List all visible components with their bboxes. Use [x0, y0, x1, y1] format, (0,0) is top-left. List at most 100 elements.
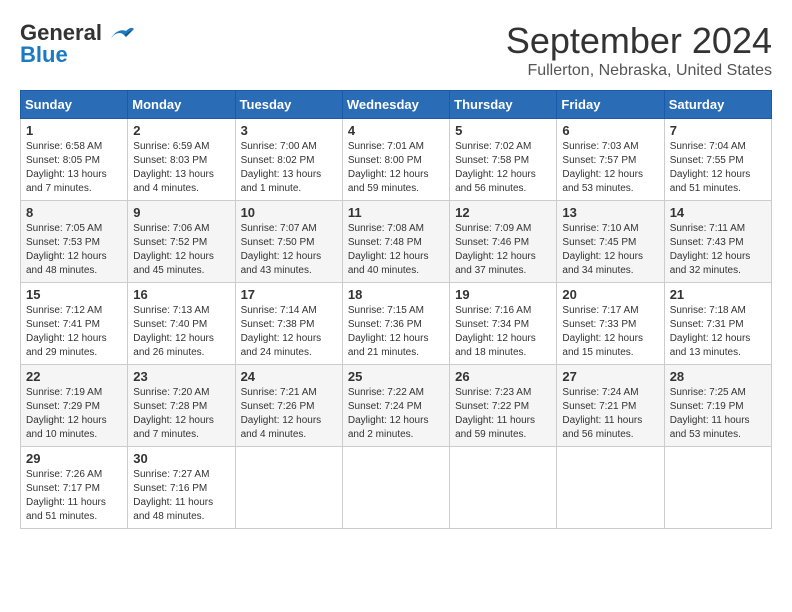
day-number: 3 — [241, 123, 337, 138]
calendar-week-1: 1Sunrise: 6:58 AM Sunset: 8:05 PM Daylig… — [21, 119, 772, 201]
day-info: Sunrise: 7:09 AM Sunset: 7:46 PM Dayligh… — [455, 223, 536, 276]
day-number: 18 — [348, 287, 444, 302]
day-info: Sunrise: 7:18 AM Sunset: 7:31 PM Dayligh… — [670, 305, 751, 358]
calendar-cell: 14Sunrise: 7:11 AM Sunset: 7:43 PM Dayli… — [664, 201, 771, 283]
calendar-cell — [450, 447, 557, 529]
calendar-cell: 18 Sunrise: 7:15 AM Sunset: 7:36 PM Dayli… — [342, 283, 449, 365]
calendar-week-2: 8Sunrise: 7:05 AM Sunset: 7:53 PM Daylig… — [21, 201, 772, 283]
calendar-cell: 5Sunrise: 7:02 AM Sunset: 7:58 PM Daylig… — [450, 119, 557, 201]
day-info: Sunrise: 7:16 AM Sunset: 7:34 PM Dayligh… — [455, 305, 536, 358]
day-info: Sunrise: 7:03 AM Sunset: 7:57 PM Dayligh… — [562, 141, 643, 194]
day-number: 1 — [26, 123, 122, 138]
calendar-cell — [557, 447, 664, 529]
day-header-wednesday: Wednesday — [342, 91, 449, 119]
calendar-cell: 2 Sunrise: 6:59 AM Sunset: 8:03 PM Daylig… — [128, 119, 235, 201]
day-number: 23 — [133, 369, 229, 384]
calendar-header-row: SundayMondayTuesdayWednesdayThursdayFrid… — [21, 91, 772, 119]
day-info: Sunrise: 7:10 AM Sunset: 7:45 PM Dayligh… — [562, 223, 643, 276]
calendar-cell: 15 Sunrise: 7:12 AM Sunset: 7:41 PM Dayli… — [21, 283, 128, 365]
calendar-cell: 25 Sunrise: 7:22 AM Sunset: 7:24 PM Dayli… — [342, 365, 449, 447]
calendar-cell: 21 Sunrise: 7:18 AM Sunset: 7:31 PM Dayli… — [664, 283, 771, 365]
calendar-cell: 20 Sunrise: 7:17 AM Sunset: 7:33 PM Dayli… — [557, 283, 664, 365]
calendar-cell: 19 Sunrise: 7:16 AM Sunset: 7:34 PM Dayli… — [450, 283, 557, 365]
day-number: 29 — [26, 451, 122, 466]
calendar-week-5: 29Sunrise: 7:26 AM Sunset: 7:17 PM Dayli… — [21, 447, 772, 529]
day-number: 12 — [455, 205, 551, 220]
day-number: 25 — [348, 369, 444, 384]
day-number: 2 — [133, 123, 229, 138]
calendar-cell: 11 Sunrise: 7:08 AM Sunset: 7:48 PM Dayli… — [342, 201, 449, 283]
day-info: Sunrise: 7:06 AM Sunset: 7:52 PM Dayligh… — [133, 223, 214, 276]
calendar-cell: 12 Sunrise: 7:09 AM Sunset: 7:46 PM Dayli… — [450, 201, 557, 283]
calendar-cell: 10Sunrise: 7:07 AM Sunset: 7:50 PM Dayli… — [235, 201, 342, 283]
calendar-week-3: 15 Sunrise: 7:12 AM Sunset: 7:41 PM Dayli… — [21, 283, 772, 365]
calendar-cell: 29Sunrise: 7:26 AM Sunset: 7:17 PM Dayli… — [21, 447, 128, 529]
calendar-cell: 22 Sunrise: 7:19 AM Sunset: 7:29 PM Dayli… — [21, 365, 128, 447]
day-info: Sunrise: 7:24 AM Sunset: 7:21 PM Dayligh… — [562, 387, 642, 440]
logo-bird-icon — [106, 23, 136, 43]
logo-blue: Blue — [20, 42, 68, 68]
day-header-thursday: Thursday — [450, 91, 557, 119]
calendar-cell: 17 Sunrise: 7:14 AM Sunset: 7:38 PM Dayli… — [235, 283, 342, 365]
day-number: 6 — [562, 123, 658, 138]
day-info: Sunrise: 7:19 AM Sunset: 7:29 PM Dayligh… — [26, 387, 107, 440]
day-info: Sunrise: 7:27 AM Sunset: 7:16 PM Dayligh… — [133, 469, 213, 522]
day-number: 19 — [455, 287, 551, 302]
day-info: Sunrise: 7:15 AM Sunset: 7:36 PM Dayligh… — [348, 305, 429, 358]
day-number: 22 — [26, 369, 122, 384]
day-number: 28 — [670, 369, 766, 384]
day-info: Sunrise: 7:12 AM Sunset: 7:41 PM Dayligh… — [26, 305, 107, 358]
calendar-cell: 28 Sunrise: 7:25 AM Sunset: 7:19 PM Dayli… — [664, 365, 771, 447]
calendar-title: September 2024 — [506, 20, 772, 62]
calendar-week-4: 22 Sunrise: 7:19 AM Sunset: 7:29 PM Dayli… — [21, 365, 772, 447]
calendar-cell: 3 Sunrise: 7:00 AM Sunset: 8:02 PM Daylig… — [235, 119, 342, 201]
day-header-saturday: Saturday — [664, 91, 771, 119]
day-number: 24 — [241, 369, 337, 384]
calendar-cell: 8Sunrise: 7:05 AM Sunset: 7:53 PM Daylig… — [21, 201, 128, 283]
day-number: 15 — [26, 287, 122, 302]
day-info: Sunrise: 7:00 AM Sunset: 8:02 PM Dayligh… — [241, 141, 322, 194]
day-info: Sunrise: 7:07 AM Sunset: 7:50 PM Dayligh… — [241, 223, 322, 276]
calendar-cell: 24Sunrise: 7:21 AM Sunset: 7:26 PM Dayli… — [235, 365, 342, 447]
calendar-cell: 16Sunrise: 7:13 AM Sunset: 7:40 PM Dayli… — [128, 283, 235, 365]
calendar-cell — [664, 447, 771, 529]
logo: General Blue — [20, 20, 136, 68]
day-info: Sunrise: 7:13 AM Sunset: 7:40 PM Dayligh… — [133, 305, 214, 358]
day-info: Sunrise: 6:59 AM Sunset: 8:03 PM Dayligh… — [133, 141, 214, 194]
day-header-monday: Monday — [128, 91, 235, 119]
day-number: 26 — [455, 369, 551, 384]
day-info: Sunrise: 7:17 AM Sunset: 7:33 PM Dayligh… — [562, 305, 643, 358]
day-info: Sunrise: 7:11 AM Sunset: 7:43 PM Dayligh… — [670, 223, 751, 276]
day-number: 11 — [348, 205, 444, 220]
calendar-cell: 9Sunrise: 7:06 AM Sunset: 7:52 PM Daylig… — [128, 201, 235, 283]
calendar-cell — [235, 447, 342, 529]
calendar-cell: 23Sunrise: 7:20 AM Sunset: 7:28 PM Dayli… — [128, 365, 235, 447]
calendar-subtitle: Fullerton, Nebraska, United States — [506, 62, 772, 80]
calendar-cell: 26 Sunrise: 7:23 AM Sunset: 7:22 PM Dayli… — [450, 365, 557, 447]
calendar-cell: 7Sunrise: 7:04 AM Sunset: 7:55 PM Daylig… — [664, 119, 771, 201]
calendar-cell: 4Sunrise: 7:01 AM Sunset: 8:00 PM Daylig… — [342, 119, 449, 201]
calendar-cell: 6 Sunrise: 7:03 AM Sunset: 7:57 PM Daylig… — [557, 119, 664, 201]
page-header: General Blue September 2024 Fullerton, N… — [20, 20, 772, 80]
calendar-cell: 30Sunrise: 7:27 AM Sunset: 7:16 PM Dayli… — [128, 447, 235, 529]
day-number: 21 — [670, 287, 766, 302]
day-info: Sunrise: 7:08 AM Sunset: 7:48 PM Dayligh… — [348, 223, 429, 276]
day-info: Sunrise: 7:04 AM Sunset: 7:55 PM Dayligh… — [670, 141, 751, 194]
day-info: Sunrise: 7:23 AM Sunset: 7:22 PM Dayligh… — [455, 387, 535, 440]
calendar-table: SundayMondayTuesdayWednesdayThursdayFrid… — [20, 90, 772, 529]
day-number: 5 — [455, 123, 551, 138]
day-number: 4 — [348, 123, 444, 138]
day-number: 17 — [241, 287, 337, 302]
day-number: 20 — [562, 287, 658, 302]
day-number: 27 — [562, 369, 658, 384]
calendar-cell: 27 Sunrise: 7:24 AM Sunset: 7:21 PM Dayli… — [557, 365, 664, 447]
day-header-friday: Friday — [557, 91, 664, 119]
calendar-cell — [342, 447, 449, 529]
day-info: Sunrise: 7:14 AM Sunset: 7:38 PM Dayligh… — [241, 305, 322, 358]
day-info: Sunrise: 7:05 AM Sunset: 7:53 PM Dayligh… — [26, 223, 107, 276]
day-info: Sunrise: 7:22 AM Sunset: 7:24 PM Dayligh… — [348, 387, 429, 440]
day-info: Sunrise: 7:25 AM Sunset: 7:19 PM Dayligh… — [670, 387, 750, 440]
day-number: 13 — [562, 205, 658, 220]
calendar-cell: 13 Sunrise: 7:10 AM Sunset: 7:45 PM Dayli… — [557, 201, 664, 283]
calendar-cell: 1Sunrise: 6:58 AM Sunset: 8:05 PM Daylig… — [21, 119, 128, 201]
